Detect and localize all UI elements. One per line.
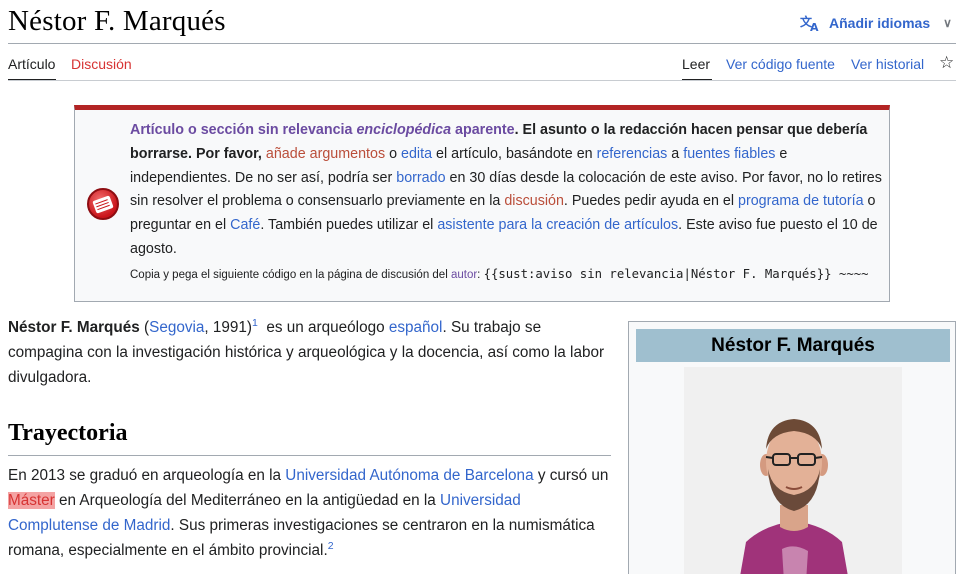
reliable-sources-link[interactable]: fuentes fiables — [683, 146, 775, 162]
portrait-illustration — [684, 367, 902, 574]
career-paragraph: En 2013 se graduó en arqueología en la U… — [8, 467, 609, 559]
add-languages-label: Añadir idiomas — [829, 15, 931, 31]
deleted-link[interactable]: borrado — [396, 170, 445, 186]
tutoring-program-link[interactable]: programa de tutoría — [738, 193, 864, 209]
infobox-title: Néstor F. Marqués — [636, 329, 950, 362]
chevron-down-icon: ∨ — [943, 16, 952, 30]
tab-view-source[interactable]: Ver código fuente — [726, 56, 835, 72]
translate-icon: 文 A — [800, 14, 819, 32]
reference-2-link[interactable]: 2 — [328, 540, 334, 552]
segovia-link[interactable]: Segovia — [149, 319, 204, 336]
master-link[interactable]: Máster — [8, 492, 55, 509]
section-heading-trayectoria: Trayectoria — [8, 420, 128, 446]
tab-talk[interactable]: Discusión — [71, 56, 132, 72]
add-arguments-link[interactable]: añade argumentos — [266, 146, 385, 162]
cafe-link[interactable]: Café — [230, 217, 260, 233]
add-languages-button[interactable]: 文 A Añadir idiomas ∨ — [800, 14, 952, 32]
star-icon[interactable]: ☆ — [939, 53, 954, 73]
tab-article[interactable]: Artículo — [8, 56, 55, 72]
notice-text: Artículo o sección sin relevancia encicl… — [130, 122, 882, 257]
author-link[interactable]: autor — [451, 269, 477, 281]
infobox: Néstor F. Marqués — [628, 321, 956, 574]
spanish-link[interactable]: español — [389, 319, 443, 336]
article-wizard-link[interactable]: asistente para la creación de artículos — [437, 217, 678, 233]
intro-paragraph: Néstor F. Marqués (Segovia, 1991)1 es un… — [8, 316, 605, 386]
title-divider — [8, 43, 956, 44]
edit-link[interactable]: edita — [401, 146, 432, 162]
section-divider — [8, 455, 611, 456]
portrait-photo[interactable] — [684, 367, 902, 574]
tab-history[interactable]: Ver historial — [851, 56, 924, 72]
page-title: Néstor F. Marqués — [8, 5, 226, 37]
discussion-link[interactable]: discusión — [504, 193, 564, 209]
references-link[interactable]: referencias — [597, 146, 668, 162]
notice-copy-instructions: Copia y pega el siguiente código en la p… — [130, 267, 869, 281]
subject-name: Néstor F. Marqués — [8, 319, 140, 336]
template-code[interactable]: {{sust:aviso sin relevancia|Néstor F. Ma… — [483, 267, 869, 281]
uab-link[interactable]: Universidad Autónoma de Barcelona — [285, 467, 533, 484]
notice-heading-link[interactable]: Artículo o sección sin relevancia encicl… — [130, 122, 515, 138]
svg-text:A: A — [810, 21, 819, 32]
deletion-warning-icon — [87, 188, 119, 220]
tabs-divider — [8, 80, 956, 81]
tab-read[interactable]: Leer — [682, 56, 710, 72]
relevance-notice: Artículo o sección sin relevancia encicl… — [74, 105, 890, 302]
